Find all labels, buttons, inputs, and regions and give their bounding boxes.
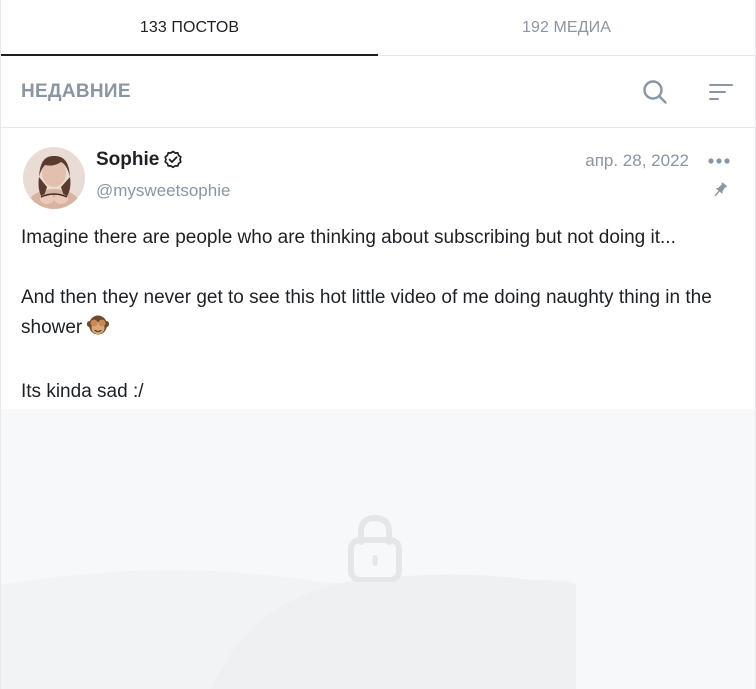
search-button[interactable]	[641, 78, 669, 106]
lock-icon	[348, 514, 402, 582]
profile-tabs: 133 ПОСТОВ 192 МЕДИА	[1, 0, 755, 56]
avatar[interactable]	[23, 147, 85, 209]
pin-icon	[714, 182, 727, 197]
sort-icon	[709, 83, 733, 100]
post-paragraph-with-emoji: And then they never get to see this hot …	[21, 283, 735, 347]
profile-feed: 133 ПОСТОВ 192 МЕДИА НЕДАВНИЕ Sophie @my…	[0, 0, 756, 689]
verified-badge-icon	[164, 150, 182, 169]
search-icon	[643, 79, 667, 104]
more-options-icon[interactable]	[707, 157, 731, 165]
feed-header: НЕДАВНИЕ	[1, 56, 755, 128]
post-paragraph: And then they never get to see this hot …	[21, 287, 712, 338]
post-paragraph: Imagine there are people who are thinkin…	[21, 227, 676, 248]
tab-posts[interactable]: 133 ПОСТОВ	[1, 0, 378, 56]
author-name[interactable]: Sophie	[96, 149, 159, 171]
post-paragraph: Its kinda sad :/	[21, 381, 144, 402]
post-body: Imagine there are people who are thinkin…	[21, 223, 735, 407]
section-title: НЕДАВНИЕ	[21, 80, 131, 102]
author-handle[interactable]: @mysweetsophie	[96, 181, 230, 201]
see-no-evil-monkey-icon	[86, 313, 110, 347]
sort-button[interactable]	[707, 78, 735, 106]
tab-media[interactable]: 192 МЕДИА	[378, 0, 755, 55]
post-card: Sophie @mysweetsophie апр. 28, 2022 Imag…	[1, 129, 755, 409]
locked-media-preview[interactable]	[1, 409, 755, 689]
post-date[interactable]: апр. 28, 2022	[585, 151, 689, 171]
